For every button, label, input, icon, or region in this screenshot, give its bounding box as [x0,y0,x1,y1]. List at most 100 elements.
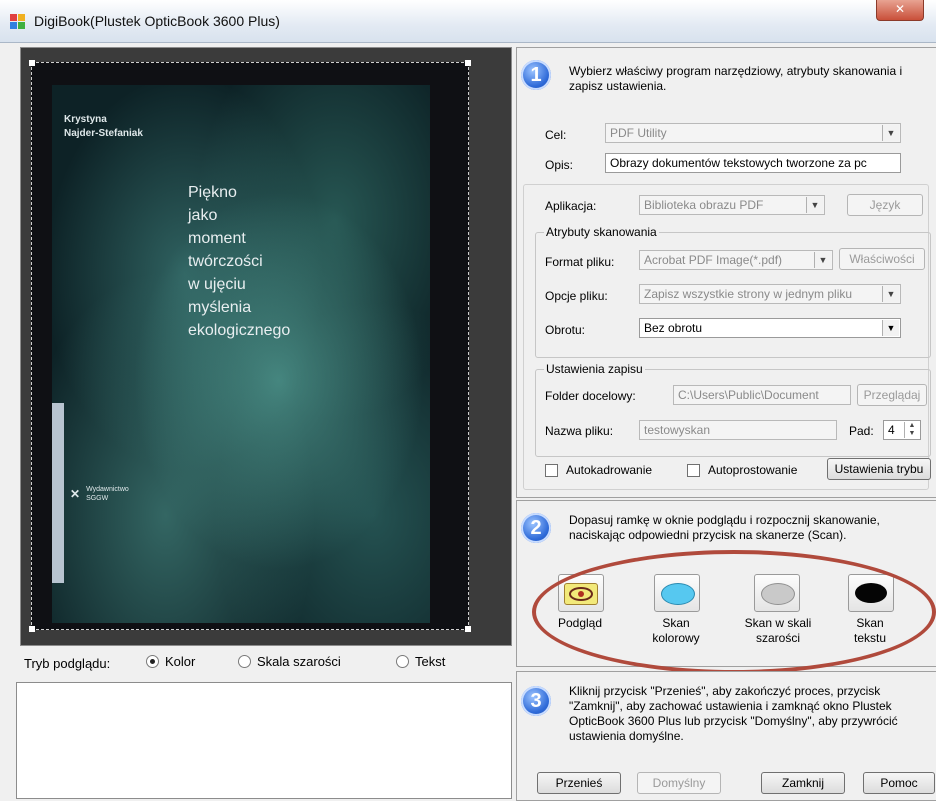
checkbox-label: Autoprostowanie [708,463,798,477]
frame-handle[interactable] [465,60,471,66]
preview-mode-row: Tryb podglądu: Kolor Skala szarości Teks… [20,652,510,676]
grayscale-scan-icon [761,583,795,605]
save-settings-group: Ustawienia zapisu [535,362,931,457]
language-button[interactable]: Język [847,194,923,216]
rotation-label: Obrotu: [545,323,586,337]
filename-label: Nazwa pliku: [545,424,614,438]
grayscale-scan-label: Skan w skali szarości [744,616,812,645]
autocrop-checkbox[interactable]: Autokadrowanie [545,463,652,477]
publisher-logo-icon: ✕ [70,486,81,501]
folder-value: C:\Users\Public\Document [678,388,819,402]
step1-panel: 1 Wybierz właściwy program narzędziowy, … [516,47,936,498]
filename-field[interactable]: testowyskan [639,420,837,440]
radio-dot [396,655,409,668]
checkbox-box [545,463,558,477]
scan-frame[interactable]: Krystyna Najder-Stefaniak Piękno jako mo… [29,60,471,632]
info-textarea[interactable] [16,682,512,799]
eye-icon [564,583,598,605]
chevron-down-icon: ▼ [882,125,899,141]
desc-value: Obrazy dokumentów tekstowych tworzone za… [610,156,867,170]
app-label: Aplikacja: [545,199,597,213]
filename-value: testowyskan [644,423,711,437]
radio-grayscale[interactable]: Skala szarości [238,654,341,669]
step2-instructions: Dopasuj ramkę w oknie podglądu i rozpocz… [569,513,880,542]
preview-scan-label: Podgląd [557,616,603,630]
preview-scan-button[interactable] [558,574,604,612]
desc-label: Opis: [545,158,574,172]
transfer-button[interactable]: Przenieś [537,772,621,794]
folder-label: Folder docelowy: [545,389,636,403]
pad-label: Pad: [849,424,874,438]
radio-text[interactable]: Tekst [396,654,445,669]
target-value: PDF Utility [610,126,667,140]
cover-author: Krystyna Najder-Stefaniak [64,114,143,139]
rotation-select[interactable]: Bez obrotu ▼ [639,318,901,338]
chevron-down-icon: ▼ [806,197,823,213]
rotation-value: Bez obrotu [644,321,703,335]
close-window-button[interactable]: ✕ [876,0,924,21]
window-title: DigiBook(Plustek OpticBook 3600 Plus) [34,13,280,29]
app-icon [10,14,26,30]
text-scan-button[interactable] [848,574,894,612]
save-settings-title: Ustawienia zapisu [544,362,645,376]
pad-value: 4 [888,423,895,437]
desc-field[interactable]: Obrazy dokumentów tekstowych tworzone za… [605,153,901,173]
step1-instructions: Wybierz właściwy program narzędziowy, at… [569,64,903,93]
format-label: Format pliku: [545,255,615,269]
spinner-arrows-icon[interactable]: ▲ ▼ [904,422,919,438]
color-scan-button[interactable] [654,574,700,612]
step-1-badge: 1 [521,60,551,90]
file-options-label: Opcje pliku: [545,289,608,303]
frame-handle[interactable] [465,626,471,632]
chevron-down-icon: ▼ [882,320,899,336]
preview-mode-label: Tryb podglądu: [24,656,111,671]
folder-field[interactable]: C:\Users\Public\Document [673,385,851,405]
app-select[interactable]: Biblioteka obrazu PDF ▼ [639,195,825,215]
step-3-badge: 3 [521,686,551,716]
default-button[interactable]: Domyślny [637,772,721,794]
properties-button[interactable]: Właściwości [839,248,925,270]
step3-panel: 3 Kliknij przycisk "Przenieś", aby zakoń… [516,671,936,801]
close-icon: ✕ [894,2,906,16]
checkbox-label: Autokadrowanie [566,463,653,477]
browse-button[interactable]: Przeglądaj [857,384,927,406]
cover-spine [52,403,64,583]
target-select[interactable]: PDF Utility ▼ [605,123,901,143]
step3-instructions: Kliknij przycisk "Przenieś", aby zakończ… [569,684,898,743]
scan-attributes-title: Atrybuty skanowania [544,225,659,239]
app-value: Biblioteka obrazu PDF [644,198,764,212]
color-scan-label: Skan kolorowy [652,616,700,645]
color-scan-icon [661,583,695,605]
format-select[interactable]: Acrobat PDF Image(*.pdf) ▼ [639,250,833,270]
radio-label: Tekst [415,654,446,669]
publisher-name: Wydawnictwo SGGW [86,486,129,502]
radio-color[interactable]: Kolor [146,654,195,669]
help-button[interactable]: Pomoc [863,772,935,794]
format-value: Acrobat PDF Image(*.pdf) [644,253,783,267]
frame-handle[interactable] [29,626,35,632]
chevron-down-icon: ▼ [882,286,899,302]
radio-label: Kolor [165,654,196,669]
text-scan-icon [855,583,887,603]
frame-handle[interactable] [29,60,35,66]
chevron-down-icon: ▼ [814,252,831,268]
title-bar: DigiBook(Plustek OpticBook 3600 Plus) ✕ [0,0,936,43]
close-button[interactable]: Zamknij [761,772,845,794]
file-options-value: Zapisz wszystkie strony w jednym pliku [644,287,853,301]
radio-label: Skala szarości [257,654,341,669]
book-cover-image: Krystyna Najder-Stefaniak Piękno jako mo… [52,85,430,623]
preview-pane[interactable]: Krystyna Najder-Stefaniak Piękno jako mo… [20,47,512,646]
cover-publisher: ✕ Wydawnictwo SGGW [70,485,129,503]
checkbox-box [687,463,700,477]
autostraighten-checkbox[interactable]: Autoprostowanie [687,463,797,477]
pad-stepper[interactable]: 4 ▲ ▼ [883,420,921,440]
target-label: Cel: [545,128,567,142]
radio-dot [238,655,251,668]
cover-title: Piękno jako moment twórczości w ujęciu m… [188,184,291,339]
file-options-select[interactable]: Zapisz wszystkie strony w jednym pliku ▼ [639,284,901,304]
mode-settings-button[interactable]: Ustawienia trybu [827,458,931,480]
radio-dot [146,655,159,668]
grayscale-scan-button[interactable] [754,574,800,612]
step-2-badge: 2 [521,513,551,543]
text-scan-label: Skan tekstu [853,616,886,645]
